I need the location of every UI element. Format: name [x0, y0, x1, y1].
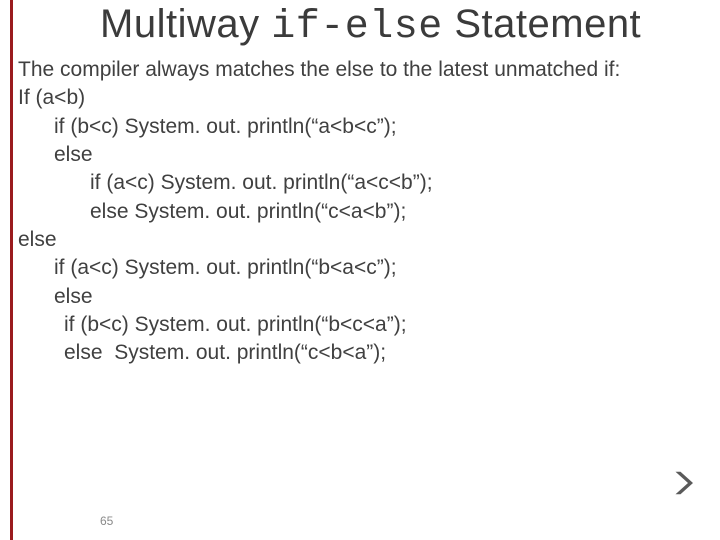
body-line: If (a<b) — [18, 84, 710, 112]
accent-rule — [10, 0, 13, 540]
body-line: if (a<c) System. out. println(“b<a<c”); — [18, 254, 710, 282]
body-line: The compiler always matches the else to … — [18, 56, 710, 84]
body-line: else — [18, 141, 710, 169]
title-mono: if-else — [271, 5, 443, 50]
body-line: if (b<c) System. out. println(“a<b<c”); — [18, 113, 710, 141]
body-line: else System. out. println(“c<a<b”); — [18, 198, 710, 226]
slide: Multiway if-else Statement The compiler … — [0, 0, 720, 540]
body-line: if (b<c) System. out. println(“b<c<a”); — [18, 311, 710, 339]
title-post: Statement — [443, 2, 641, 46]
chevron-right-icon — [668, 468, 698, 498]
slide-body: The compiler always matches the else to … — [18, 56, 710, 368]
page-number: 65 — [100, 514, 113, 528]
slide-title: Multiway if-else Statement — [100, 2, 710, 50]
title-pre: Multiway — [100, 2, 271, 46]
body-line: else System. out. println(“c<b<a”); — [18, 339, 710, 367]
body-line: if (a<c) System. out. println(“a<c<b”); — [18, 169, 710, 197]
body-line: else — [18, 283, 710, 311]
body-line: else — [18, 226, 710, 254]
